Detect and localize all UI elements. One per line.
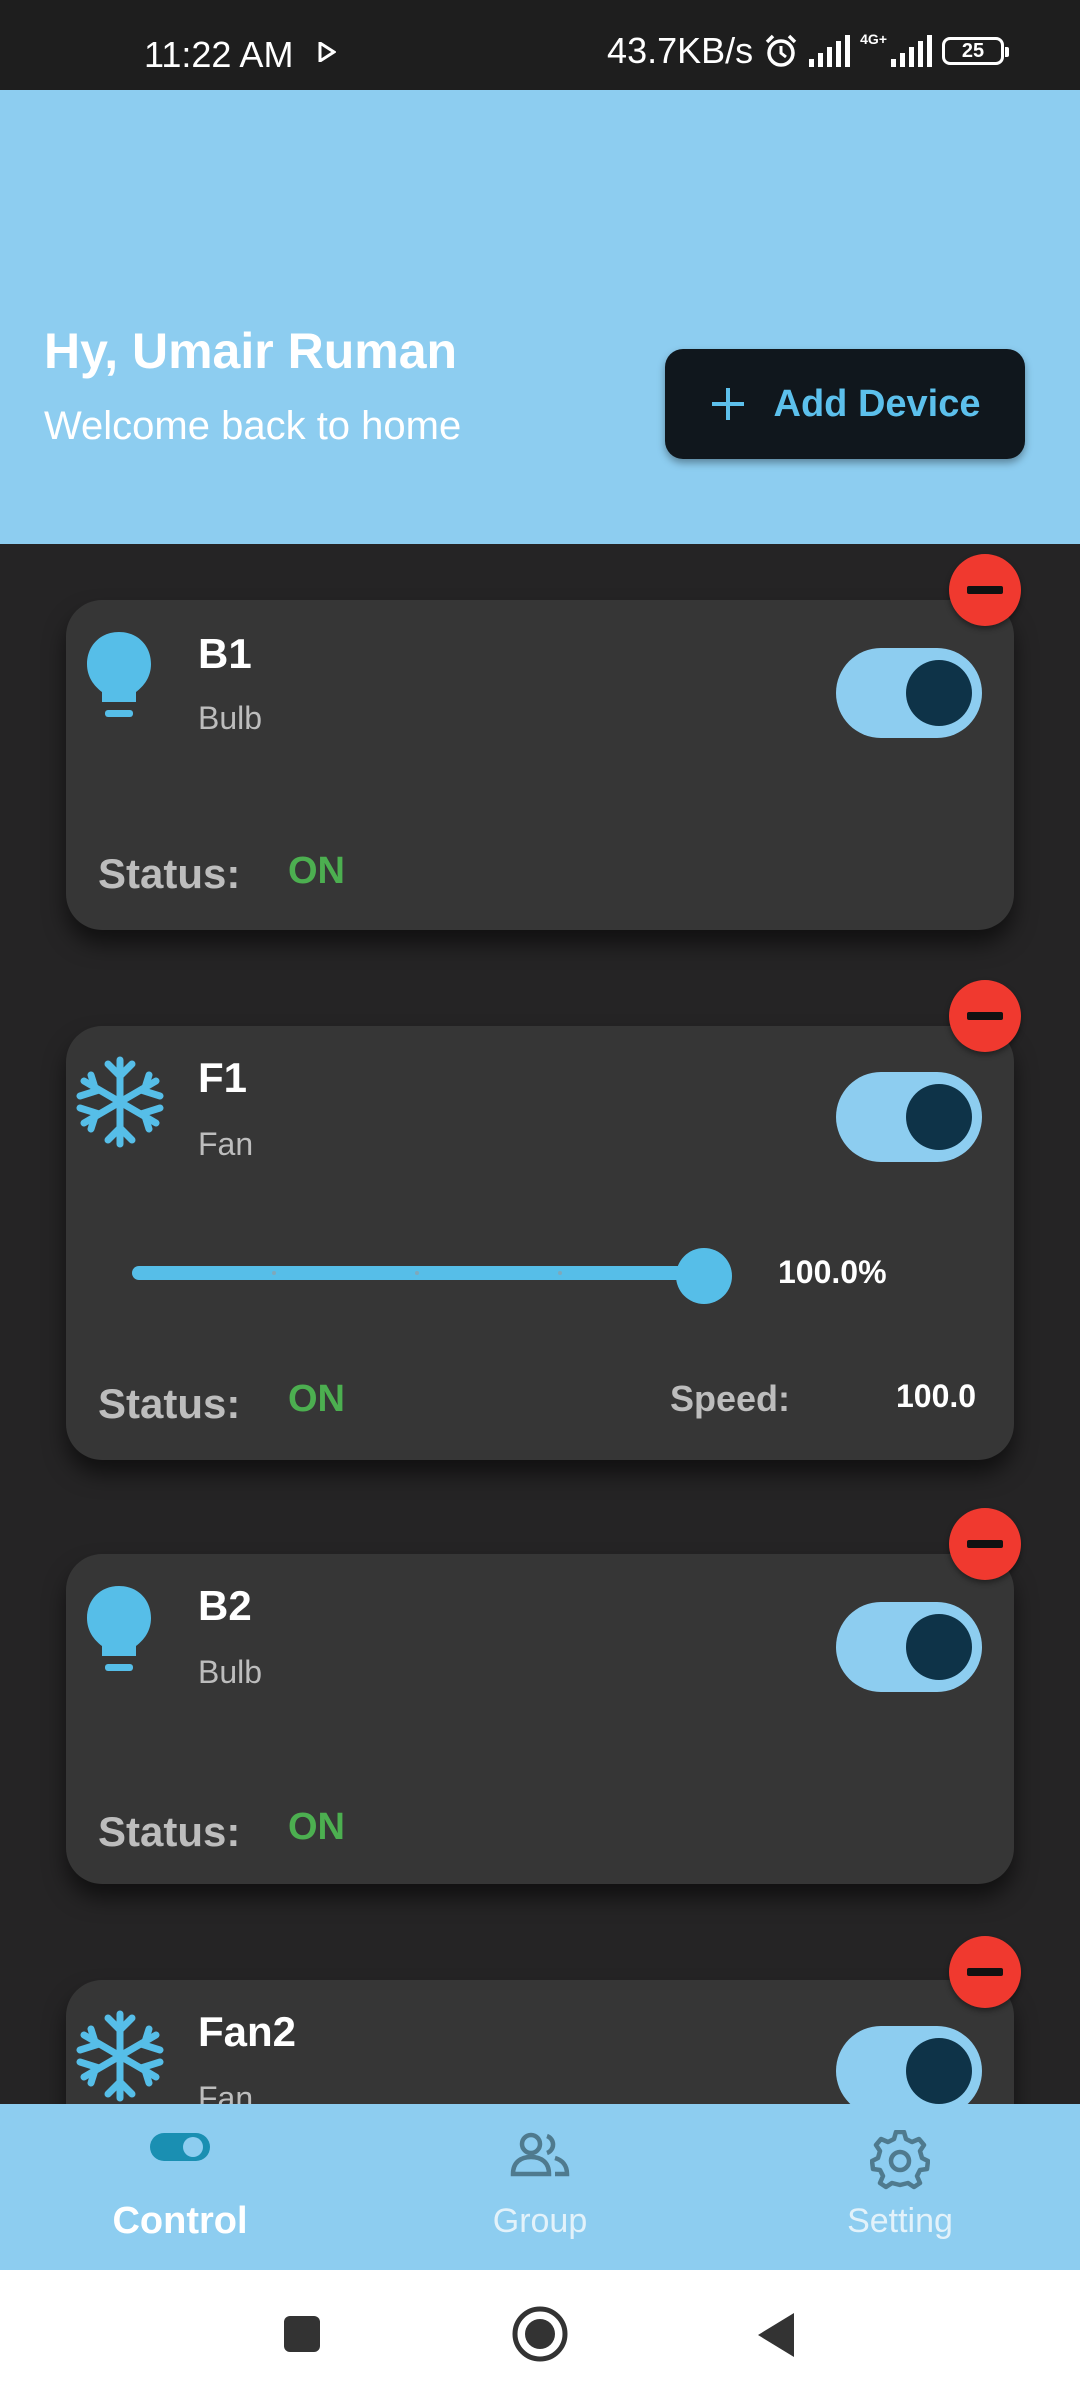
status-label: Status: <box>98 850 241 897</box>
plus-icon <box>711 388 744 420</box>
battery-level: 25 <box>961 39 985 62</box>
device-toggle[interactable] <box>836 2026 982 2104</box>
device-type: Fan <box>198 1126 254 1162</box>
nav-setting[interactable]: Setting <box>720 2104 1080 2270</box>
system-navigation-bar <box>0 2270 1080 2400</box>
device-type: Fan <box>198 2080 254 2104</box>
device-list[interactable]: B1 Bulb Status: ON F1 Fan 100.0% Status:… <box>0 544 1080 2104</box>
signal-icon-2 <box>891 35 932 67</box>
device-name: B2 <box>198 1582 252 1629</box>
play-store-icon <box>318 42 336 62</box>
remove-device-button[interactable] <box>949 1936 1021 2008</box>
alarm-icon <box>765 34 797 67</box>
device-card[interactable]: F1 Fan 100.0% Status: ON Speed: 100.0 <box>66 1026 1014 1460</box>
device-name: B1 <box>198 630 252 677</box>
device-toggle[interactable] <box>836 648 982 738</box>
add-device-label: Add Device <box>773 382 981 425</box>
bulb-icon <box>87 1586 151 1671</box>
recents-button[interactable] <box>282 2314 322 2354</box>
status-time: 11:22 AM <box>144 34 294 75</box>
device-card[interactable]: Fan2 Fan <box>66 1980 1014 2104</box>
greeting: Hy, Umair Ruman <box>44 323 458 379</box>
gear-icon <box>870 2130 930 2190</box>
snowflake-icon <box>76 2010 164 2102</box>
device-type: Bulb <box>198 1654 263 1690</box>
status-value: ON <box>288 1378 345 1420</box>
snowflake-icon <box>76 1056 164 1148</box>
device-name: F1 <box>198 1054 248 1101</box>
header: Hy, Umair Ruman Welcome back to home Add… <box>0 90 1080 544</box>
device-toggle[interactable] <box>836 1072 982 1162</box>
back-button[interactable] <box>754 2310 798 2360</box>
device-name: Fan2 <box>198 2008 297 2055</box>
remove-device-button[interactable] <box>949 1508 1021 1580</box>
speed-value: 100.0 <box>896 1378 977 1414</box>
status-label: Status: <box>98 1380 241 1427</box>
group-icon <box>510 2132 570 2177</box>
speed-label: Speed: <box>670 1378 791 1419</box>
status-value: ON <box>288 1806 345 1848</box>
fan-speed-slider[interactable] <box>132 1266 704 1280</box>
slider-thumb[interactable] <box>676 1248 732 1304</box>
toggle-icon <box>150 2133 210 2161</box>
status-value: ON <box>288 850 345 892</box>
device-card[interactable]: B1 Bulb Status: ON <box>66 600 1014 930</box>
network-type: 4G+ <box>860 31 887 47</box>
battery-icon: 25 <box>942 37 1009 65</box>
welcome-subtitle: Welcome back to home <box>44 404 462 448</box>
slider-percentage: 100.0% <box>778 1254 887 1290</box>
device-card[interactable]: B2 Bulb Status: ON <box>66 1554 1014 1884</box>
nav-group-label: Group <box>492 2202 588 2240</box>
remove-device-button[interactable] <box>949 980 1021 1052</box>
device-type: Bulb <box>198 700 263 736</box>
nav-control-label: Control <box>112 2200 248 2242</box>
net-speed: 43.7KB/s <box>607 30 754 71</box>
home-button[interactable] <box>510 2304 570 2364</box>
status-label: Status: <box>98 1808 241 1855</box>
device-toggle[interactable] <box>836 1602 982 1692</box>
nav-setting-label: Setting <box>847 2202 953 2240</box>
nav-control[interactable]: Control <box>0 2104 360 2270</box>
bottom-navigation: Control Group Setting <box>0 2104 1080 2270</box>
add-device-button[interactable]: Add Device <box>665 349 1025 459</box>
bulb-icon <box>87 632 151 717</box>
status-bar: 11:22 AM 43.7KB/s 4G+ 25 <box>0 0 1080 90</box>
signal-icon <box>809 35 851 67</box>
nav-group[interactable]: Group <box>360 2104 720 2270</box>
remove-device-button[interactable] <box>949 554 1021 626</box>
